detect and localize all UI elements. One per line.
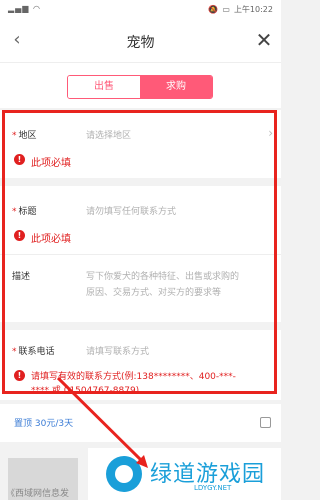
page-title: 宠物 <box>126 35 155 51</box>
chevron-right-icon: › <box>268 126 273 140</box>
mute-icon: 🔕 <box>208 5 219 14</box>
region-error: ! 此项必填 <box>14 154 71 169</box>
error-icon: ! <box>14 230 25 241</box>
desc-input[interactable]: 写下你爱犬的各种特征、出售或求购的 原因、交易方式、对买方的要求等 <box>86 269 239 301</box>
promote-row[interactable]: 置顶 30元/3天 <box>0 404 281 442</box>
tab-sell[interactable]: 出售 <box>68 76 140 98</box>
region-select[interactable]: 请选择地区 <box>86 128 131 141</box>
desc-label: 描述 <box>12 272 31 282</box>
agreement-text[interactable]: 《西域网信息发 <box>6 486 69 499</box>
title-row[interactable]: * 标题 请勿填写任何联系方式 ! 此项必填 <box>0 186 281 254</box>
promote-label: 置顶 30元/3天 <box>14 419 74 429</box>
clock: 上午10:22 <box>233 5 273 14</box>
desc-row[interactable]: 描述 写下你爱犬的各种特征、出售或求购的 原因、交易方式、对买方的要求等 <box>0 254 281 322</box>
error-icon: ! <box>14 370 25 381</box>
sell-buy-tabs: 出售 求购 <box>67 75 213 99</box>
region-label: 地区 <box>18 131 37 141</box>
status-bar: ▂▄▆ ◠ 🔕 ▭ 上午10:22 <box>0 0 281 20</box>
tabs-bar: 出售 求购 <box>0 62 281 108</box>
phone-input[interactable]: 请填写联系方式 <box>86 344 149 357</box>
tab-buy[interactable]: 求购 <box>140 76 212 98</box>
error-icon: ! <box>14 154 25 165</box>
title-input[interactable]: 请勿填写任何联系方式 <box>86 204 176 217</box>
leaf-logo-icon <box>106 456 142 492</box>
battery-icon: ▭ <box>222 5 230 14</box>
promote-checkbox[interactable] <box>260 417 271 428</box>
region-row[interactable]: * 地区 请选择地区 › ! 此项必填 <box>0 110 281 178</box>
title-label: 标题 <box>18 207 37 217</box>
close-icon[interactable]: ✕ <box>253 29 275 51</box>
post-form: * 地区 请选择地区 › ! 此项必填 * 标题 请勿填写任何联系方式 ! 此项必填… <box>0 110 281 400</box>
phone-row[interactable]: * 联系电话 请填写联系方式 ! 请填写有效的联系方式(例:138********… <box>0 330 281 400</box>
nav-bar: ‹ 宠物 ✕ <box>0 20 281 62</box>
title-error: ! 此项必填 <box>14 230 71 245</box>
phone-label: 联系电话 <box>18 347 55 357</box>
signal-icon: ▂▄▆ ◠ <box>8 4 41 13</box>
watermark: 绿道游戏园 LDYGY.NET <box>88 448 281 500</box>
phone-error: ! 请填写有效的联系方式(例:138********、400-***- ****… <box>14 370 264 398</box>
watermark-sub: LDYGY.NET <box>194 484 232 492</box>
